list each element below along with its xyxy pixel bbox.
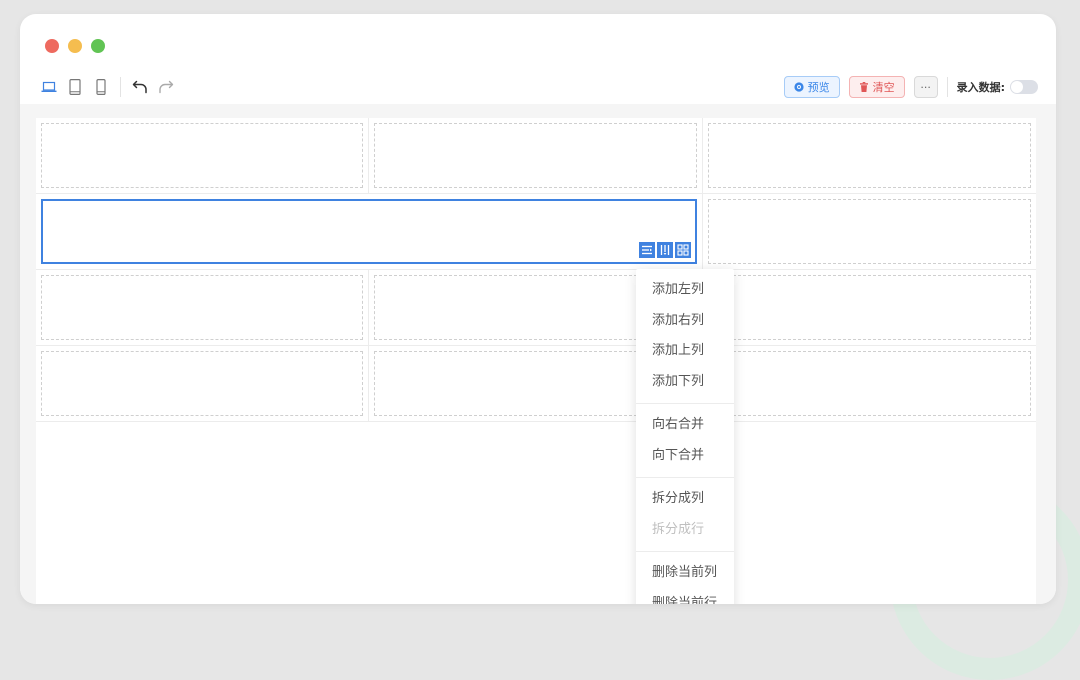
cell-drop-area[interactable]	[708, 199, 1031, 264]
menu-item-merge-down[interactable]: 向下合并	[636, 441, 734, 472]
mobile-icon[interactable]	[88, 74, 114, 100]
grid-cell[interactable]	[36, 118, 369, 193]
menu-item-split-columns[interactable]: 拆分成列	[636, 484, 734, 515]
clear-button[interactable]: 清空	[848, 76, 905, 98]
grid-cell[interactable]	[369, 118, 703, 193]
cell-drop-area[interactable]	[41, 123, 363, 188]
menu-item-add-row-below[interactable]: 添加下列	[636, 367, 734, 398]
menu-item-add-right-column[interactable]: 添加右列	[636, 306, 734, 337]
maximize-window-button[interactable]	[91, 39, 105, 53]
grid-cell[interactable]	[36, 270, 369, 345]
laptop-icon[interactable]	[36, 74, 62, 100]
action-toolbar: 预览 清空 ··· 录入数据:	[783, 72, 1038, 102]
grid-cell[interactable]	[36, 346, 369, 421]
grid-cell-selected[interactable]	[36, 194, 703, 269]
preview-button[interactable]: 预览	[783, 76, 840, 98]
tablet-icon[interactable]	[62, 74, 88, 100]
grid-menu-icon[interactable]	[675, 242, 691, 258]
menu-item-add-row-above[interactable]: 添加上列	[636, 336, 734, 367]
close-window-button[interactable]	[45, 39, 59, 53]
menu-divider	[636, 403, 734, 404]
device-toolbar	[36, 72, 179, 102]
cell-drop-area[interactable]	[708, 123, 1031, 188]
enter-data-toggle[interactable]	[1010, 80, 1038, 94]
menu-item-delete-column[interactable]: 删除当前列	[636, 558, 734, 589]
redo-icon[interactable]	[153, 74, 179, 100]
cell-drop-area[interactable]	[41, 199, 697, 264]
menu-item-add-left-column[interactable]: 添加左列	[636, 275, 734, 306]
trash-icon	[859, 82, 868, 92]
toolbar: 预览 清空 ··· 录入数据:	[20, 72, 1056, 102]
toolbar-divider	[120, 77, 121, 97]
enter-data-label: 录入数据:	[956, 81, 1005, 94]
more-label: ···	[920, 80, 931, 94]
menu-item-split-rows: 拆分成行	[652, 521, 705, 537]
app-window: 预览 清空 ··· 录入数据: 添加左列 添加右列 添加上列 添加下列 向右合并…	[20, 14, 1056, 604]
grid-cell[interactable]	[703, 346, 1036, 421]
cell-drop-area[interactable]	[374, 123, 697, 188]
grid-row	[36, 346, 1036, 422]
grid-cell[interactable]	[703, 270, 1036, 345]
cell-context-menu: 添加左列 添加右列 添加上列 添加下列 向右合并 向下合并 拆分成列 拆分成行 …	[636, 269, 734, 604]
minimize-window-button[interactable]	[68, 39, 82, 53]
cell-drop-area[interactable]	[41, 275, 363, 340]
clear-label: 清空	[872, 81, 895, 94]
grid-cell[interactable]	[703, 118, 1036, 193]
cell-drop-area[interactable]	[708, 351, 1031, 416]
window-controls	[45, 39, 105, 53]
undo-icon[interactable]	[127, 74, 153, 100]
menu-item-merge-right[interactable]: 向右合并	[636, 410, 734, 441]
design-canvas	[20, 104, 1056, 604]
toolbar-divider	[946, 77, 948, 97]
menu-divider	[636, 551, 734, 552]
column-settings-icon[interactable]	[657, 242, 673, 258]
grid-cell[interactable]	[703, 194, 1036, 269]
cell-toolbar	[639, 242, 691, 258]
toggle-knob	[1011, 81, 1023, 93]
preview-label: 预览	[807, 81, 830, 94]
grid-row	[36, 194, 1036, 270]
menu-item-delete-row[interactable]: 删除当前行	[636, 589, 734, 605]
menu-divider	[636, 477, 734, 478]
cell-drop-area[interactable]	[41, 351, 363, 416]
eye-icon	[793, 82, 804, 92]
grid-row	[36, 118, 1036, 194]
grid-row	[36, 270, 1036, 346]
cell-drop-area[interactable]	[708, 275, 1031, 340]
grid-layout	[36, 118, 1036, 604]
row-settings-icon[interactable]	[639, 242, 655, 258]
more-button[interactable]: ···	[913, 76, 938, 98]
